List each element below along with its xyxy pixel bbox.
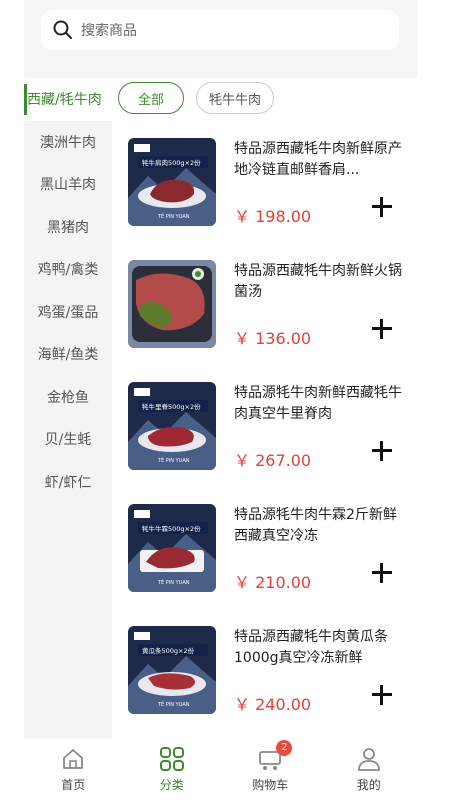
product-brand: TÈ PIN YUAN xyxy=(157,212,190,220)
product-list: 牦牛肩肉500g×2份 TÈ PIN YUAN 特品源西藏牦牛肉新鲜原产地冷链直… xyxy=(118,125,408,735)
sidebar-item-poultry[interactable]: 鸡鸭/禽类 xyxy=(24,248,112,291)
product-title[interactable]: 特品源西藏牦牛肉新鲜原产地冷链直邮鲜香肩... xyxy=(234,139,404,181)
product-pack-label: 黄瓜条500g×2份 xyxy=(142,646,195,655)
search-header: 搜索商品 xyxy=(24,0,418,78)
chip-all[interactable]: 全部 xyxy=(118,82,184,114)
sidebar-item-shrimp[interactable]: 虾/虾仁 xyxy=(24,461,112,504)
sidebar-item-tuna[interactable]: 金枪鱼 xyxy=(24,376,112,419)
product-title[interactable]: 特品源西藏牦牛肉新鲜火锅菌汤 xyxy=(234,261,404,303)
add-to-cart-button[interactable] xyxy=(368,315,396,343)
product-image: 牦牛牛霖500g×2份 TÈ PIN YUAN xyxy=(128,504,216,592)
product-card[interactable]: 牦牛肩肉500g×2份 TÈ PIN YUAN 特品源西藏牦牛肉新鲜原产地冷链直… xyxy=(118,125,408,247)
nav-profile[interactable]: 我的 xyxy=(329,746,409,793)
add-to-cart-button[interactable] xyxy=(368,681,396,709)
nav-label: 我的 xyxy=(356,777,381,792)
product-image: 牦牛肩肉500g×2份 TÈ PIN YUAN xyxy=(128,138,216,226)
product-image xyxy=(128,260,216,348)
category-sidebar: 西藏/牦牛肉 澳洲牛肉 黑山羊肉 黑猪肉 鸡鸭/禽类 鸡蛋/蛋品 海鲜/鱼类 金… xyxy=(24,78,112,738)
filter-chips: 全部 牦牛牛肉 xyxy=(118,82,275,114)
chip-yak-beef[interactable]: 牦牛牛肉 xyxy=(196,82,275,114)
product-card[interactable]: 牦牛牛霖500g×2份 TÈ PIN YUAN 特品源牦牛肉牛霖2斤新鲜西藏真空… xyxy=(118,491,408,613)
product-title[interactable]: 特品源牦牛肉牛霖2斤新鲜西藏真空冷冻 xyxy=(234,505,404,547)
search-placeholder: 搜索商品 xyxy=(81,23,137,39)
sidebar-item-label: 黑猪肉 xyxy=(47,219,89,236)
add-to-cart-button[interactable] xyxy=(368,193,396,221)
nav-label: 分类 xyxy=(159,777,184,792)
sidebar-item-label: 金枪鱼 xyxy=(47,389,89,406)
sidebar-item-label: 澳洲牛肉 xyxy=(40,134,96,151)
sidebar-item-label: 海鲜/鱼类 xyxy=(37,347,99,364)
search-bar[interactable]: 搜索商品 xyxy=(41,10,399,50)
product-card[interactable]: 黄瓜条500g×2份 TÈ PIN YUAN 特品源西藏牦牛肉黄瓜条1000g真… xyxy=(118,613,408,735)
product-brand: TÈ PIN YUAN xyxy=(157,456,190,464)
product-price: ￥ 240.00 xyxy=(234,695,312,714)
product-pack-label: 牦牛里脊500g×2份 xyxy=(142,402,201,411)
product-brand: TÈ PIN YUAN xyxy=(157,578,190,586)
product-image: 牦牛里脊500g×2份 TÈ PIN YUAN xyxy=(128,382,216,470)
sidebar-item-label: 黑山羊肉 xyxy=(40,177,96,194)
nav-category[interactable]: 分类 xyxy=(132,746,212,793)
home-icon xyxy=(63,748,84,769)
product-price: ￥ 267.00 xyxy=(234,451,312,470)
product-title[interactable]: 特品源牦牛肉新鲜西藏牦牛肉真空牛里脊肉 xyxy=(234,383,404,425)
product-pack-label: 牦牛肩肉500g×2份 xyxy=(142,158,201,167)
add-to-cart-button[interactable] xyxy=(368,437,396,465)
sidebar-item-seafood[interactable]: 海鲜/鱼类 xyxy=(24,333,112,376)
add-to-cart-button[interactable] xyxy=(368,559,396,587)
sidebar-item-eggs[interactable]: 鸡蛋/蛋品 xyxy=(24,291,112,334)
sidebar-item-tibet-yak[interactable]: 西藏/牦牛肉 xyxy=(24,78,112,121)
user-icon xyxy=(357,747,380,771)
nav-home[interactable]: 首页 xyxy=(33,746,113,793)
sidebar-item-label: 鸡鸭/禽类 xyxy=(37,262,99,279)
product-card[interactable]: 牦牛里脊500g×2份 TÈ PIN YUAN 特品源牦牛肉新鲜西藏牦牛肉真空牛… xyxy=(118,369,408,491)
product-brand: TÈ PIN YUAN xyxy=(157,700,190,708)
sidebar-item-label: 西藏/牦牛肉 xyxy=(27,92,102,109)
nav-label: 首页 xyxy=(61,777,86,792)
cart-badge: 2 xyxy=(276,739,293,756)
nav-cart[interactable]: 2 购物车 xyxy=(230,739,310,793)
sidebar-item-australian-beef[interactable]: 澳洲牛肉 xyxy=(24,121,112,164)
nav-label: 购物车 xyxy=(252,777,289,792)
sidebar-item-oyster[interactable]: 贝/生蚝 xyxy=(24,418,112,461)
product-card[interactable]: 特品源西藏牦牛肉新鲜火锅菌汤 ￥ 136.00 xyxy=(118,247,408,369)
product-price: ￥ 136.00 xyxy=(234,329,312,348)
product-price: ￥ 198.00 xyxy=(234,207,312,226)
sidebar-item-label: 鸡蛋/蛋品 xyxy=(37,304,99,321)
bottom-nav: 首页 分类 2 购物车 我的 xyxy=(24,738,418,800)
sidebar-item-label: 虾/虾仁 xyxy=(44,474,92,491)
category-icon xyxy=(159,746,184,771)
search-icon xyxy=(53,20,72,39)
product-pack-label: 牦牛牛霖500g×2份 xyxy=(142,524,201,533)
product-title[interactable]: 特品源西藏牦牛肉黄瓜条1000g真空冷冻新鲜 xyxy=(234,627,404,669)
sidebar-item-black-pork[interactable]: 黑猪肉 xyxy=(24,206,112,249)
product-image: 黄瓜条500g×2份 TÈ PIN YUAN xyxy=(128,626,216,714)
sidebar-item-label: 贝/生蚝 xyxy=(44,432,92,449)
sidebar-item-black-goat[interactable]: 黑山羊肉 xyxy=(24,163,112,206)
product-price: ￥ 210.00 xyxy=(234,573,312,592)
